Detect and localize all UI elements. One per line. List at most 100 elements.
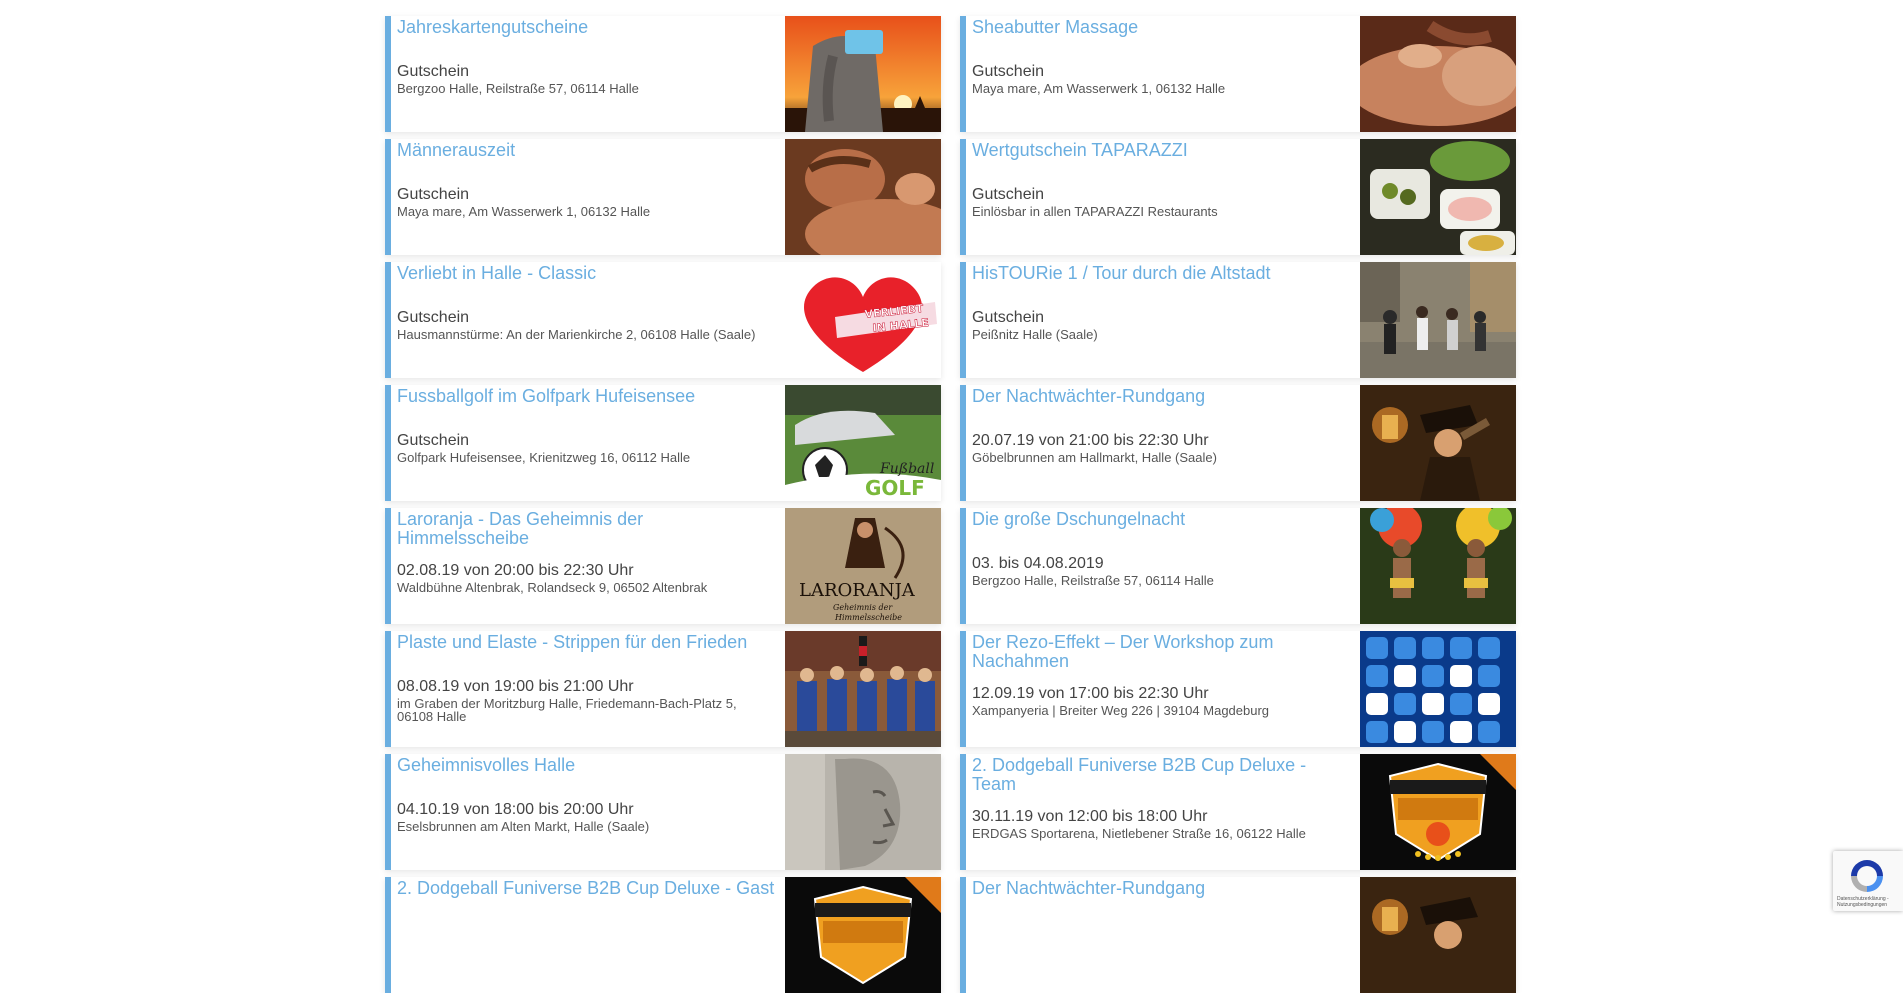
tapas-image[interactable] <box>1360 139 1516 255</box>
elephant-sunset-image[interactable] <box>785 16 941 132</box>
svg-text:LARORANJA: LARORANJA <box>799 580 916 601</box>
event-card[interactable]: Der Nachtwächter-Rundgang 20.07.19 von 2… <box>960 385 1516 501</box>
event-text: Der Rezo-Effekt – Der Workshop zum Nacha… <box>972 633 1351 718</box>
event-text: Männerauszeit Gutschein Maya mare, Am Wa… <box>397 141 776 219</box>
event-title[interactable]: Wertgutschein TAPARAZZI <box>972 141 1351 160</box>
event-card[interactable]: Fussballgolf im Golfpark Hufeisensee Gut… <box>385 385 941 501</box>
event-text: Plaste und Elaste - Strippen für den Fri… <box>397 633 776 724</box>
event-location: Göbelbrunnen am Hallmarkt, Halle (Saale) <box>972 450 1217 465</box>
event-card[interactable]: Der Rezo-Effekt – Der Workshop zum Nacha… <box>960 631 1516 747</box>
event-location: Xampanyeria | Breiter Weg 226 | 39104 Ma… <box>972 703 1270 718</box>
event-location: Maya mare, Am Wasserwerk 1, 06132 Halle <box>972 81 1226 96</box>
event-title[interactable]: Jahreskartengutscheine <box>397 18 776 37</box>
event-card[interactable]: Verliebt in Halle - Classic Gutschein Ha… <box>385 262 941 378</box>
event-text: Fussballgolf im Golfpark Hufeisensee Gut… <box>397 387 776 465</box>
event-title[interactable]: Fussballgolf im Golfpark Hufeisensee <box>397 387 776 406</box>
event-text: Laroranja - Das Geheimnis der Himmelssch… <box>397 510 776 595</box>
event-card[interactable]: Wertgutschein TAPARAZZI Gutschein Einlös… <box>960 139 1516 255</box>
recaptcha-icon <box>1851 860 1883 892</box>
event-text: Jahreskartengutscheine Gutschein Bergzoo… <box>397 18 776 96</box>
event-text: 2. Dodgeball Funiverse B2B Cup Deluxe - … <box>972 756 1351 841</box>
performers-image[interactable] <box>785 631 941 747</box>
event-location: im Graben der Moritzburg Halle, Friedema… <box>397 696 737 724</box>
event-date: Gutschein <box>397 309 470 326</box>
event-grid: Jahreskartengutscheine Gutschein Bergzoo… <box>385 16 1516 993</box>
event-card[interactable]: Der Nachtwächter-Rundgang <box>960 877 1516 993</box>
event-card[interactable]: Männerauszeit Gutschein Maya mare, Am Wa… <box>385 139 941 255</box>
event-title[interactable]: Geheimnisvolles Halle <box>397 756 776 775</box>
event-card[interactable]: 2. Dodgeball Funiverse B2B Cup Deluxe - … <box>960 754 1516 870</box>
event-card[interactable]: Die große Dschungelnacht 03. bis 04.08.2… <box>960 508 1516 624</box>
night-watchman-image[interactable] <box>1360 877 1516 993</box>
event-text: Verliebt in Halle - Classic Gutschein Ha… <box>397 264 776 342</box>
dodgeball-badge-image[interactable] <box>785 877 941 993</box>
event-card[interactable]: Geheimnisvolles Halle 04.10.19 von 18:00… <box>385 754 941 870</box>
man-massage-image[interactable] <box>785 139 941 255</box>
event-date: 30.11.19 von 12:00 bis 18:00 Uhr <box>972 808 1208 825</box>
event-text: Sheabutter Massage Gutschein Maya mare, … <box>972 18 1351 96</box>
stone-face-image[interactable] <box>785 754 941 870</box>
event-text: Geheimnisvolles Halle 04.10.19 von 18:00… <box>397 756 776 834</box>
event-date: Gutschein <box>397 63 470 80</box>
event-date: Gutschein <box>397 432 470 449</box>
event-title[interactable]: Sheabutter Massage <box>972 18 1351 37</box>
event-location: Eselsbrunnen am Alten Markt, Halle (Saal… <box>397 819 650 834</box>
event-date: 20.07.19 von 21:00 bis 22:30 Uhr <box>972 432 1209 449</box>
event-location: Bergzoo Halle, Reilstraße 57, 06114 Hall… <box>972 573 1214 588</box>
event-title[interactable]: Der Nachtwächter-Rundgang <box>972 387 1351 406</box>
event-location: Hausmannstürme: An der Marienkirche 2, 0… <box>397 327 756 342</box>
event-card[interactable]: HisTOURie 1 / Tour durch die Altstadt Gu… <box>960 262 1516 378</box>
event-location: Peißnitz Halle (Saale) <box>972 327 1098 342</box>
recaptcha-badge[interactable]: Datenschutzerklärung - Nutzungsbedingung… <box>1833 851 1903 911</box>
event-location: Golfpark Hufeisensee, Krienitzweg 16, 06… <box>397 450 691 465</box>
event-location: Einlösbar in allen TAPARAZZI Restaurants <box>972 204 1218 219</box>
event-card[interactable]: Sheabutter Massage Gutschein Maya mare, … <box>960 16 1516 132</box>
svg-text:Himmelsscheibe: Himmelsscheibe <box>834 613 902 622</box>
samba-dancers-image[interactable] <box>1360 508 1516 624</box>
event-title[interactable]: Verliebt in Halle - Classic <box>397 264 776 283</box>
event-title[interactable]: Männerauszeit <box>397 141 776 160</box>
event-text: Der Nachtwächter-Rundgang 20.07.19 von 2… <box>972 387 1351 465</box>
event-title[interactable]: Der Nachtwächter-Rundgang <box>972 879 1351 898</box>
event-date: 03. bis 04.08.2019 <box>972 555 1104 572</box>
event-text: Die große Dschungelnacht 03. bis 04.08.2… <box>972 510 1351 588</box>
event-date: Gutschein <box>397 186 470 203</box>
recaptcha-label[interactable]: Datenschutzerklärung - Nutzungsbedingung… <box>1837 896 1901 908</box>
event-date: Gutschein <box>972 63 1045 80</box>
event-title[interactable]: HisTOURie 1 / Tour durch die Altstadt <box>972 264 1351 283</box>
svg-text:Geheimnis der: Geheimnis der <box>833 603 893 612</box>
laroranja-poster-image[interactable]: LARORANJA Geheimnis der Himmelsscheibe <box>785 508 941 624</box>
event-title[interactable]: 2. Dodgeball Funiverse B2B Cup Deluxe - … <box>972 756 1351 794</box>
event-card[interactable]: Laroranja - Das Geheimnis der Himmelssch… <box>385 508 941 624</box>
event-title[interactable]: Der Rezo-Effekt – Der Workshop zum Nacha… <box>972 633 1351 671</box>
night-watchman-image[interactable] <box>1360 385 1516 501</box>
svg-text:GOLF: GOLF <box>865 476 925 500</box>
heart-logo-image[interactable]: VERLIEBT IN HALLE <box>785 262 941 378</box>
event-card[interactable]: Jahreskartengutscheine Gutschein Bergzoo… <box>385 16 941 132</box>
event-text: Der Nachtwächter-Rundgang <box>972 879 1351 902</box>
event-location: ERDGAS Sportarena, Nietlebener Straße 16… <box>972 826 1306 841</box>
footballgolf-image[interactable]: Fußball GOLF <box>785 385 941 501</box>
segway-tour-image[interactable] <box>1360 262 1516 378</box>
event-date: Gutschein <box>972 309 1045 326</box>
svg-text:Fußball: Fußball <box>879 461 934 477</box>
event-title[interactable]: Laroranja - Das Geheimnis der Himmelssch… <box>397 510 776 548</box>
event-card[interactable]: Plaste und Elaste - Strippen für den Fri… <box>385 631 941 747</box>
event-location: Bergzoo Halle, Reilstraße 57, 06114 Hall… <box>397 81 639 96</box>
app-icons-image[interactable] <box>1360 631 1516 747</box>
event-text: Wertgutschein TAPARAZZI Gutschein Einlös… <box>972 141 1351 219</box>
event-date: 04.10.19 von 18:00 bis 20:00 Uhr <box>397 801 634 818</box>
event-title[interactable]: Die große Dschungelnacht <box>972 510 1351 529</box>
event-location: Waldbühne Altenbrak, Rolandseck 9, 06502… <box>397 580 708 595</box>
event-card[interactable]: 2. Dodgeball Funiverse B2B Cup Deluxe - … <box>385 877 941 993</box>
event-text: 2. Dodgeball Funiverse B2B Cup Deluxe - … <box>397 879 776 902</box>
event-date: 08.08.19 von 19:00 bis 21:00 Uhr <box>397 678 634 695</box>
event-date: 12.09.19 von 17:00 bis 22:30 Uhr <box>972 685 1209 702</box>
event-date: 02.08.19 von 20:00 bis 22:30 Uhr <box>397 562 634 579</box>
event-title[interactable]: 2. Dodgeball Funiverse B2B Cup Deluxe - … <box>397 879 776 898</box>
event-location: Maya mare, Am Wasserwerk 1, 06132 Halle <box>397 204 651 219</box>
event-text: HisTOURie 1 / Tour durch die Altstadt Gu… <box>972 264 1351 342</box>
dodgeball-badge-image[interactable] <box>1360 754 1516 870</box>
massage-image[interactable] <box>1360 16 1516 132</box>
event-title[interactable]: Plaste und Elaste - Strippen für den Fri… <box>397 633 776 652</box>
